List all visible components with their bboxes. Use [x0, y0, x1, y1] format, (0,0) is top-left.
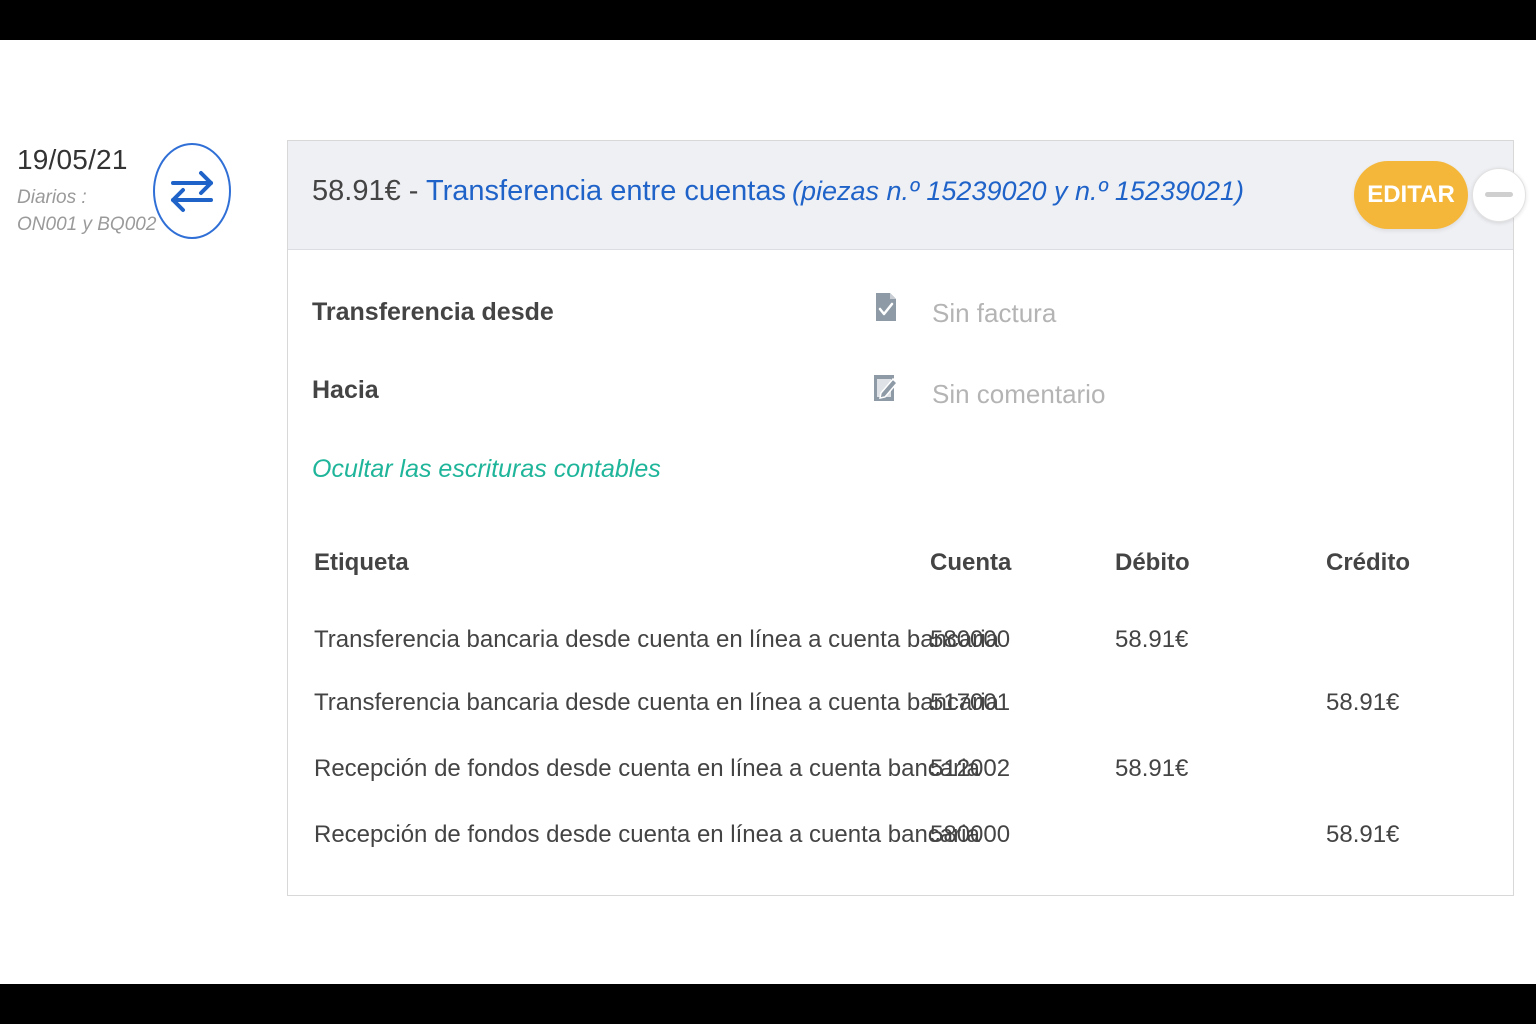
transaction-card: 58.91€ - Transferencia entre cuentas (pie… — [287, 140, 1526, 896]
invoice-status[interactable]: Sin factura — [932, 298, 1056, 329]
column-header-credit: Crédito — [1326, 549, 1410, 576]
row-label: Recepción de fondos desde cuenta en líne… — [314, 821, 980, 848]
row-label: Transferencia bancaria desde cuenta en l… — [314, 626, 999, 653]
journals-info: Diarios : ON001 y BQ002 — [17, 184, 157, 238]
toggle-entries-link[interactable]: Ocultar las escrituras contables — [312, 455, 661, 484]
comment-edit-icon[interactable] — [872, 371, 900, 403]
entry-date-column: 19/05/21 Diarios : ON001 y BQ002 — [17, 144, 157, 238]
row-account: 580000 — [930, 626, 1011, 653]
transaction-amount: 58.91€ — [312, 175, 401, 207]
collapse-button[interactable] — [1472, 168, 1526, 222]
row-credit: 58.91€ — [1326, 821, 1400, 848]
minus-icon — [1485, 192, 1513, 197]
journals-value: ON001 y BQ002 — [17, 214, 157, 235]
row-debit: 58.91€ — [1115, 755, 1189, 782]
row-label: Recepción de fondos desde cuenta en líne… — [314, 755, 980, 782]
transfer-to-label: Hacia — [312, 376, 379, 404]
invoice-check-icon[interactable] — [874, 291, 898, 323]
row-label: Transferencia bancaria desde cuenta en l… — [314, 689, 999, 716]
row-credit: 58.91€ — [1326, 689, 1400, 716]
transfer-from-label: Transferencia desde — [312, 298, 554, 326]
row-account: 580000 — [930, 821, 1011, 848]
column-header-label: Etiqueta — [314, 549, 409, 576]
transaction-pieces: (piezas n.º 15239020 y n.º 15239021) — [791, 176, 1245, 206]
header-separator: - — [400, 175, 426, 207]
column-header-debit: Débito — [1115, 549, 1190, 576]
column-header-account: Cuenta — [930, 549, 1012, 576]
transaction-header[interactable]: 58.91€ - Transferencia entre cuentas (pie… — [288, 141, 1526, 250]
row-account: 517001 — [930, 689, 1011, 716]
page-frame: 19/05/21 Diarios : ON001 y BQ002 58.91€ … — [0, 40, 1536, 984]
row-account: 512002 — [930, 755, 1011, 782]
transaction-title: Transferencia entre cuentas — [425, 175, 786, 207]
edit-button[interactable]: EDITAR — [1354, 161, 1468, 229]
entry-date: 19/05/21 — [17, 144, 128, 175]
transfer-arrows-icon — [153, 143, 231, 239]
comment-status[interactable]: Sin comentario — [932, 379, 1105, 410]
row-debit: 58.91€ — [1115, 626, 1189, 653]
journals-label: Diarios : — [17, 187, 87, 208]
header-text: 58.91€ - Transferencia entre cuentas (pie… — [312, 175, 1244, 208]
